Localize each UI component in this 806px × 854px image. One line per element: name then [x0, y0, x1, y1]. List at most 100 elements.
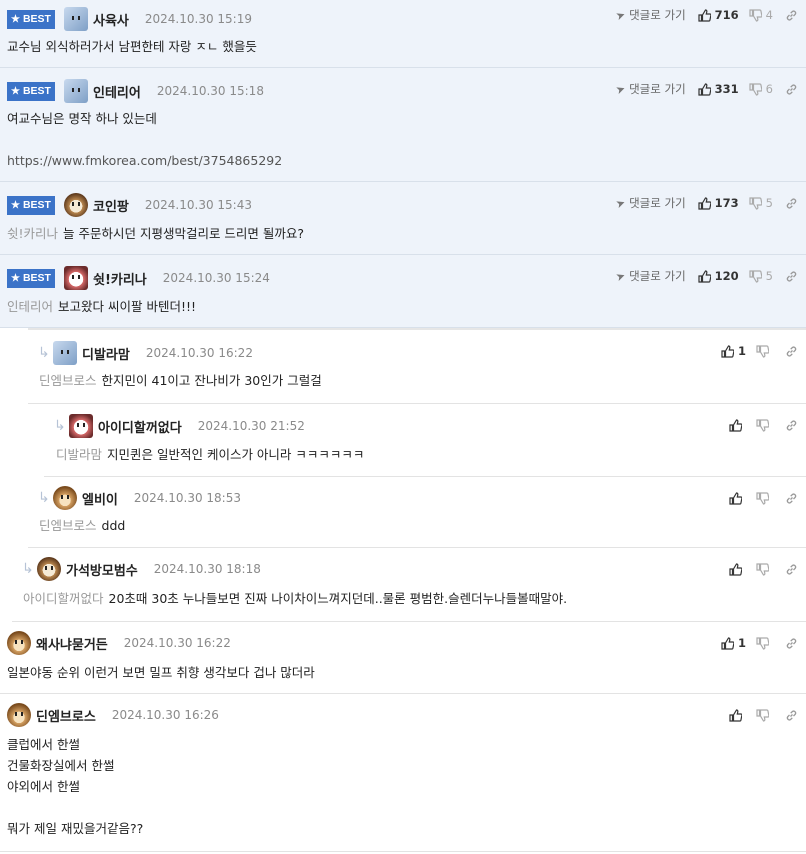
comment-text: 한지민이 41이고 잔나비가 30인가 그럴걸	[101, 373, 322, 388]
comment-item: ★ BEST 사육사 2024.10.30 15:19 ➤ 댓글로 가기 716 4…	[0, 0, 806, 68]
avatar[interactable]	[64, 266, 88, 290]
comment-text: ddd	[101, 518, 126, 533]
upvote-count: 331	[714, 82, 739, 96]
upvote-button[interactable]: 716	[698, 8, 739, 22]
downvote-button[interactable]	[756, 344, 773, 358]
author-name[interactable]: 가석방모범수	[66, 560, 138, 579]
downvote-button[interactable]: 6	[749, 82, 773, 96]
best-badge: ★ BEST	[7, 81, 55, 101]
upvote-count: 120	[714, 269, 739, 283]
link-icon[interactable]	[785, 637, 798, 650]
avatar[interactable]	[7, 703, 31, 727]
comment-item: 딘엠브로스 2024.10.30 16:26 클럽에서 한썰 건물화장실에서 한…	[0, 694, 806, 852]
send-icon: ➤	[613, 7, 628, 23]
mention-tag[interactable]: 아이디할꺼없다	[23, 591, 104, 606]
upvote-button[interactable]	[729, 491, 746, 505]
link-icon[interactable]	[785, 419, 798, 432]
mention-tag[interactable]: 딘엠브로스	[39, 373, 97, 388]
send-icon: ➤	[613, 195, 628, 211]
upvote-count: 1	[737, 636, 746, 650]
comment-item: 왜사냐묻거든 2024.10.30 16:22 1 일본야동 순위 이런거 보면…	[0, 622, 806, 694]
reply-arrow-icon: ↳	[54, 418, 66, 434]
avatar[interactable]	[64, 79, 88, 103]
goto-comment-link[interactable]: ➤ 댓글로 가기	[614, 268, 686, 284]
upvote-button[interactable]	[729, 708, 746, 722]
upvote-button[interactable]: 1	[721, 344, 746, 358]
link-icon[interactable]	[785, 563, 798, 576]
downvote-button[interactable]	[756, 418, 773, 432]
downvote-button[interactable]	[756, 636, 773, 650]
avatar[interactable]	[53, 341, 77, 365]
comment-date: 2024.10.30 16:22	[123, 636, 231, 650]
link-icon[interactable]	[785, 83, 798, 96]
best-badge: ★ BEST	[7, 9, 55, 29]
thumbs-down-icon	[749, 82, 762, 96]
thumbs-down-icon	[756, 708, 769, 722]
thumbs-up-icon	[698, 269, 711, 283]
downvote-count: 6	[765, 82, 773, 96]
author-name[interactable]: 쉿!카리나	[93, 269, 147, 288]
avatar[interactable]	[64, 193, 88, 217]
thumbs-down-icon	[756, 562, 769, 576]
comment-item: ★ BEST 쉿!카리나 2024.10.30 15:24 ➤ 댓글로 가기 120…	[0, 255, 806, 328]
star-icon: ★	[11, 85, 20, 97]
author-name[interactable]: 디발라맘	[82, 344, 130, 363]
link-icon[interactable]	[785, 270, 798, 283]
upvote-count: 716	[714, 8, 739, 22]
downvote-button[interactable]: 5	[749, 196, 773, 210]
comment-item: ↳ 아이디할꺼없다 2024.10.30 21:52 디발라맘 지민퀸은 일반적인…	[44, 404, 806, 477]
thumbs-up-icon	[729, 708, 742, 722]
goto-comment-link[interactable]: ➤ 댓글로 가기	[613, 81, 686, 97]
comment-text: 여교수님은 명작 하나 있는데	[7, 111, 157, 126]
mention-tag[interactable]: 인테리어	[7, 299, 53, 314]
mention-tag[interactable]: 디발라맘	[56, 447, 102, 462]
avatar[interactable]	[37, 557, 61, 581]
send-icon: ➤	[613, 81, 628, 97]
upvote-button[interactable]	[729, 418, 746, 432]
upvote-button[interactable]	[729, 562, 746, 576]
comment-text: 일본야동 순위 이런거 보면 밀프 취향 생각보다 겁나 많더라	[7, 665, 315, 680]
comment-text: 늘 주문하시던 지평생막걸리로 드리면 될까요?	[63, 226, 305, 241]
best-badge: ★ BEST	[7, 195, 55, 215]
downvote-button[interactable]: 5	[749, 269, 773, 283]
comment-item: ↳ 디발라맘 2024.10.30 16:22 1 딘엠브로스 한지민이 41이고…	[28, 328, 806, 404]
upvote-button[interactable]: 331	[698, 82, 739, 96]
avatar[interactable]	[7, 631, 31, 655]
author-name[interactable]: 코인팡	[93, 196, 129, 215]
author-name[interactable]: 왜사냐묻거든	[36, 634, 108, 653]
comment-text: 클럽에서 한썰 건물화장실에서 한썰 야외에서 한썰 뭐가 제일 재밌을거같음?…	[7, 737, 144, 836]
comment-date: 2024.10.30 15:24	[162, 271, 270, 285]
mention-tag[interactable]: 쉿!카리나	[7, 226, 58, 241]
avatar[interactable]	[69, 414, 93, 438]
link-icon[interactable]	[785, 197, 798, 210]
goto-comment-link[interactable]: ➤ 댓글로 가기	[613, 7, 686, 23]
link-icon[interactable]	[785, 709, 798, 722]
comment-date: 2024.10.30 15:18	[156, 84, 264, 98]
link-icon[interactable]	[785, 492, 798, 505]
thumbs-up-icon	[729, 418, 742, 432]
avatar[interactable]	[53, 486, 77, 510]
upvote-button[interactable]: 173	[698, 196, 739, 210]
link-icon[interactable]	[785, 9, 798, 22]
comment-date: 2024.10.30 15:43	[144, 198, 252, 212]
downvote-button[interactable]	[756, 562, 773, 576]
upvote-button[interactable]: 1	[721, 636, 746, 650]
upvote-count: 173	[714, 196, 739, 210]
author-name[interactable]: 사육사	[93, 10, 129, 29]
author-name[interactable]: 엘비이	[82, 489, 118, 508]
author-name[interactable]: 아이디할꺼없다	[98, 417, 182, 436]
author-name[interactable]: 딘엠브로스	[36, 706, 96, 725]
best-badge: ★ BEST	[7, 268, 55, 288]
comment-link[interactable]: https://www.fmkorea.com/best/3754865292	[7, 150, 282, 171]
avatar[interactable]	[64, 7, 88, 31]
downvote-button[interactable]: 4	[749, 8, 773, 22]
downvote-button[interactable]	[756, 708, 773, 722]
goto-comment-link[interactable]: ➤ 댓글로 가기	[613, 195, 686, 211]
mention-tag[interactable]: 딘엠브로스	[39, 518, 97, 533]
link-icon[interactable]	[785, 345, 798, 358]
author-name[interactable]: 인테리어	[93, 82, 141, 101]
comment-item: ★ BEST 코인팡 2024.10.30 15:43 ➤ 댓글로 가기 173 5…	[0, 182, 806, 255]
upvote-button[interactable]: 120	[698, 269, 739, 283]
downvote-button[interactable]	[756, 491, 773, 505]
downvote-count: 4	[765, 8, 773, 22]
